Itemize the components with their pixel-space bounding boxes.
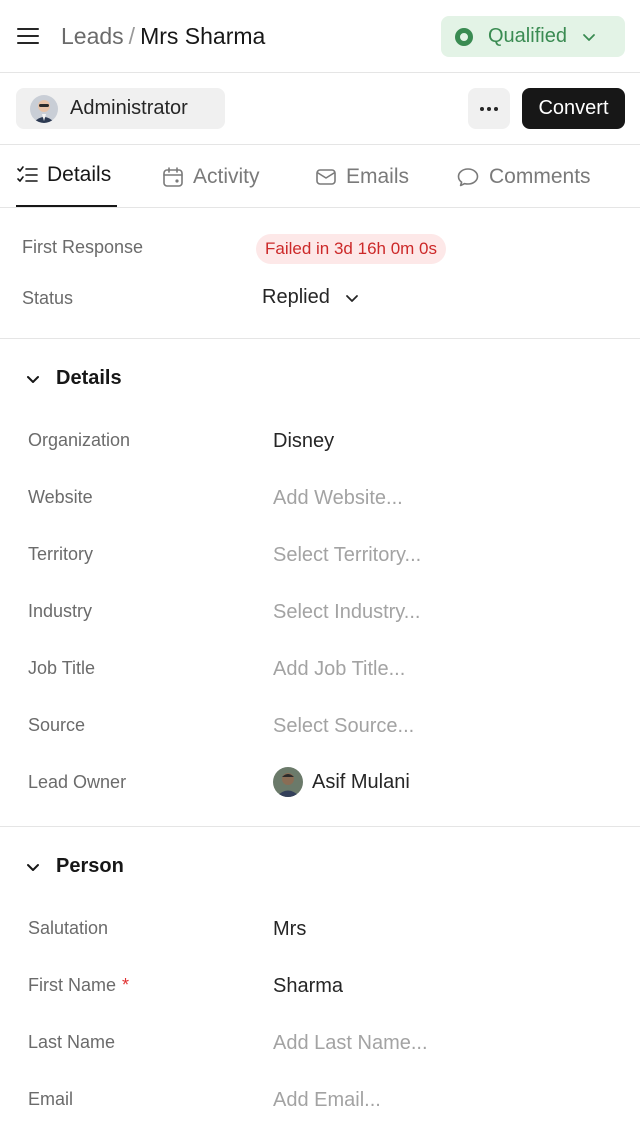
lead-owner-avatar — [273, 767, 303, 797]
first-name-label-wrap: First Name * — [28, 975, 129, 996]
job-title-input[interactable]: Add Job Title... — [273, 658, 405, 681]
tab-bar: Details Activity Emails Comments — [0, 145, 640, 208]
breadcrumb-leads-link[interactable]: Leads — [61, 23, 124, 49]
tab-emails-label: Emails — [346, 164, 410, 188]
lead-owner-select[interactable]: Asif Mulani — [273, 767, 410, 797]
breadcrumb: Leads / Mrs Sharma — [61, 20, 265, 52]
details-section-toggle[interactable]: Details — [24, 367, 122, 390]
person-section-title: Person — [56, 855, 124, 877]
first-name-label: First Name — [28, 975, 117, 995]
assignee-avatar — [30, 94, 58, 123]
details-section-title: Details — [56, 367, 122, 389]
tab-details[interactable]: Details — [16, 145, 117, 207]
first-response-badge: Failed in 3d 16h 0m 0s — [256, 234, 446, 264]
first-response-label: First Response — [22, 237, 144, 257]
territory-select[interactable]: Select Territory... — [273, 544, 421, 567]
website-input[interactable]: Add Website... — [273, 487, 403, 510]
job-title-label: Job Title — [28, 658, 96, 678]
organization-field[interactable]: Disney — [273, 430, 334, 453]
calendar-icon — [163, 166, 183, 187]
chevron-down-icon — [27, 863, 39, 871]
breadcrumb-separator: / — [128, 23, 136, 49]
person-section: Person Salutation Mrs First Name * Sharma… — [0, 827, 640, 1146]
lead-status-label: Qualified — [488, 25, 567, 47]
comment-icon — [457, 167, 479, 186]
sla-status-label: Status — [22, 288, 74, 308]
person-section-toggle[interactable]: Person — [24, 855, 124, 878]
details-section: Details Organization Disney Website Add … — [0, 339, 640, 827]
sla-status-value: Replied — [262, 286, 330, 308]
email-input[interactable]: Add Email... — [273, 1089, 381, 1112]
hamburger-menu-icon[interactable] — [14, 22, 42, 50]
email-label: Email — [28, 1089, 74, 1109]
lead-owner-label: Lead Owner — [28, 772, 127, 792]
convert-button[interactable]: Convert — [522, 88, 625, 129]
industry-label: Industry — [28, 601, 93, 621]
organization-label: Organization — [28, 430, 131, 450]
territory-label: Territory — [28, 544, 94, 564]
sla-status-dropdown[interactable]: Replied — [262, 286, 360, 309]
required-asterisk: * — [122, 975, 130, 995]
top-header: Leads / Mrs Sharma Qualified — [0, 0, 640, 73]
list-icon — [17, 166, 38, 182]
assignee-button[interactable]: Administrator — [16, 88, 225, 129]
salutation-select[interactable]: Mrs — [273, 918, 306, 941]
tab-activity[interactable]: Activity — [162, 145, 260, 208]
industry-select[interactable]: Select Industry... — [273, 601, 420, 624]
more-options-button[interactable] — [468, 88, 510, 129]
tab-activity-label: Activity — [193, 164, 260, 188]
lead-status-dropdown[interactable]: Qualified — [441, 16, 625, 57]
lead-owner-name: Asif Mulani — [312, 770, 410, 793]
action-bar: Administrator Convert — [0, 73, 640, 145]
tab-details-label: Details — [47, 163, 112, 186]
source-label: Source — [28, 715, 86, 735]
mail-icon — [316, 168, 336, 185]
salutation-label: Salutation — [28, 918, 109, 938]
first-name-input[interactable]: Sharma — [273, 975, 343, 998]
chevron-down-icon — [27, 375, 39, 383]
ellipsis-icon — [480, 106, 484, 111]
tab-comments-label: Comments — [489, 164, 591, 188]
chevron-down-icon — [345, 294, 358, 302]
website-label: Website — [28, 487, 93, 507]
chevron-down-icon — [583, 33, 595, 41]
breadcrumb-current: Mrs Sharma — [140, 23, 266, 49]
tab-emails[interactable]: Emails — [315, 145, 409, 208]
last-name-label: Last Name — [28, 1032, 116, 1052]
tab-comments[interactable]: Comments — [456, 145, 591, 208]
assignee-name: Administrator — [70, 97, 188, 119]
status-indicator-icon — [455, 27, 473, 46]
last-name-input[interactable]: Add Last Name... — [273, 1032, 428, 1055]
source-select[interactable]: Select Source... — [273, 715, 414, 738]
sla-panel: First Response Failed in 3d 16h 0m 0s St… — [0, 208, 640, 339]
